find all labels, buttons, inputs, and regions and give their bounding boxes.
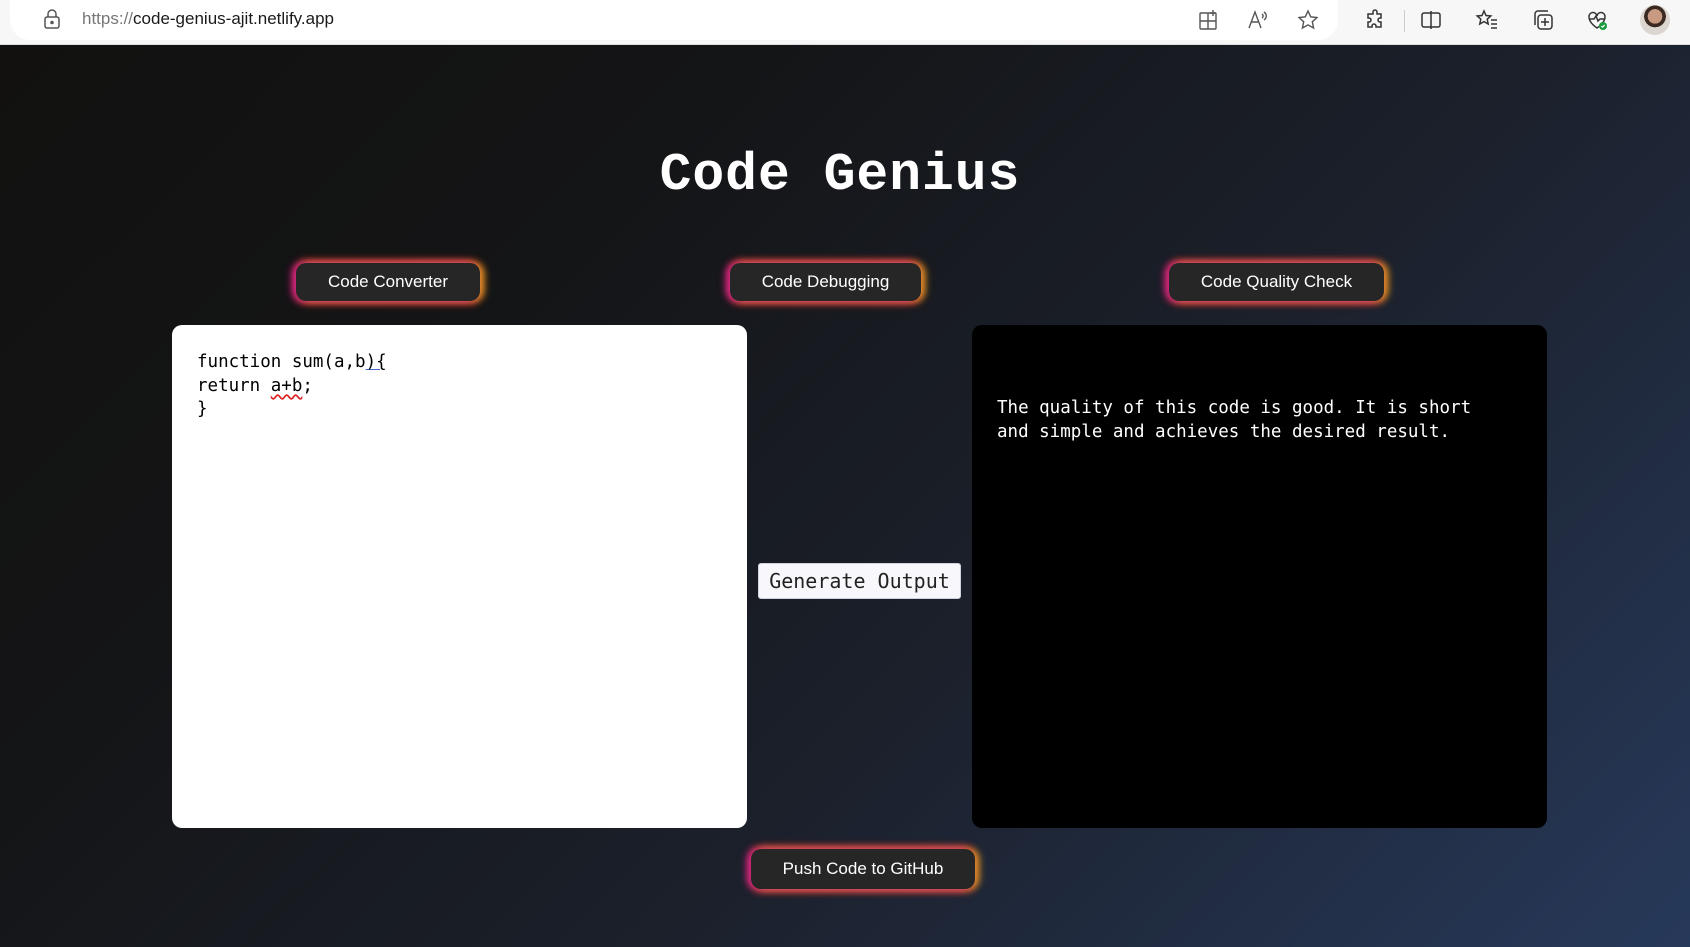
spellcheck-underline: a+b — [270, 375, 303, 396]
favorite-star-icon[interactable] — [1296, 8, 1320, 32]
code-input[interactable]: function sum(a,b){ return a+b; } — [172, 325, 747, 828]
address-bar[interactable]: https://code-genius-ajit.netlify.app — [10, 0, 1338, 40]
code-line-3: } — [197, 399, 208, 419]
generate-output-button[interactable]: Generate Output — [758, 563, 961, 599]
output-panel: The quality of this code is good. It is … — [972, 325, 1547, 828]
code-line-1-brace: ){ — [365, 352, 387, 372]
app-page: Code Genius Code Converter Code Debuggin… — [0, 45, 1690, 947]
code-line-1: function sum(a,b){ — [197, 352, 387, 372]
code-line-2: return a+b; — [197, 375, 313, 396]
toolbar-separator — [1404, 10, 1405, 32]
url-text[interactable]: https://code-genius-ajit.netlify.app — [82, 9, 334, 29]
tab-code-quality-check[interactable]: Code Quality Check — [1169, 263, 1384, 301]
browser-toolbar: https://code-genius-ajit.netlify.app — [0, 0, 1690, 45]
page-title: Code Genius — [659, 145, 1021, 205]
collections-icon[interactable] — [1531, 8, 1555, 32]
extensions-icon[interactable] — [1364, 8, 1388, 32]
push-to-github-button[interactable]: Push Code to GitHub — [751, 849, 975, 889]
tab-code-debugging[interactable]: Code Debugging — [730, 263, 921, 301]
lock-icon[interactable] — [43, 9, 61, 29]
split-screen-icon[interactable] — [1419, 8, 1443, 32]
app-available-icon[interactable] — [1196, 8, 1220, 32]
tab-code-converter[interactable]: Code Converter — [296, 263, 480, 301]
favorites-icon[interactable] — [1475, 8, 1499, 32]
browser-essentials-icon[interactable] — [1585, 8, 1609, 32]
url-host: code-genius-ajit.netlify.app — [133, 9, 335, 28]
read-aloud-icon[interactable] — [1246, 8, 1270, 32]
url-protocol: https:// — [82, 9, 134, 28]
profile-avatar[interactable] — [1640, 5, 1670, 35]
